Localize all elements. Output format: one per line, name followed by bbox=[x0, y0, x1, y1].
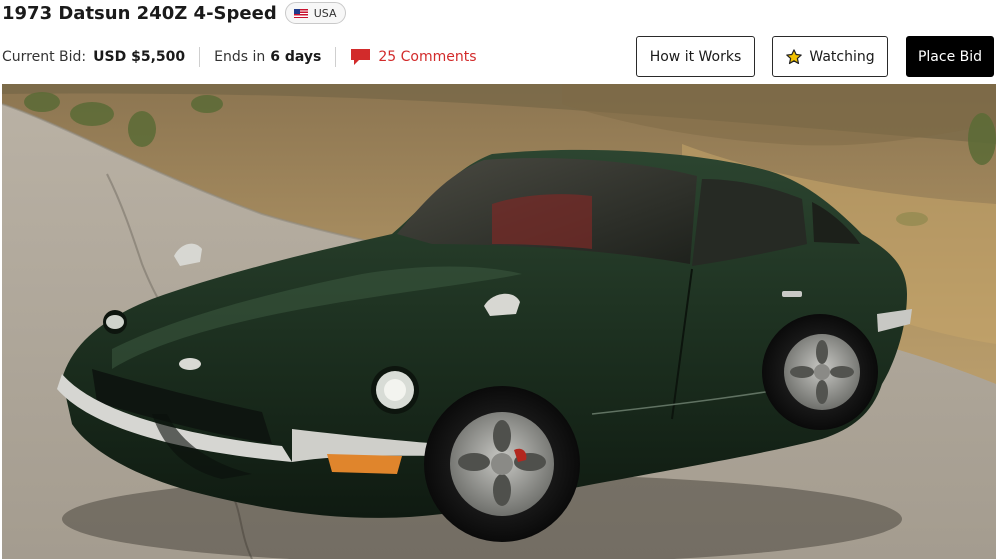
comment-icon bbox=[351, 49, 371, 65]
current-bid-value: USD $5,500 bbox=[93, 49, 186, 65]
comments-link[interactable]: 25 Comments bbox=[350, 48, 477, 66]
how-it-works-button[interactable]: How it Works bbox=[636, 36, 755, 77]
country-badge: USA bbox=[284, 2, 347, 24]
ends-value: 6 days bbox=[270, 49, 322, 65]
watching-button[interactable]: Watching bbox=[772, 36, 888, 77]
ends-label: Ends in bbox=[214, 49, 266, 65]
auction-meta: Current Bid: USD $5,500 Ends in 6 days 2… bbox=[2, 46, 477, 68]
divider bbox=[335, 47, 337, 67]
star-icon bbox=[786, 48, 803, 64]
listing-header: 1973 Datsun 240Z 4-Speed USA bbox=[2, 0, 347, 26]
listing-title: 1973 Datsun 240Z 4-Speed bbox=[2, 2, 277, 24]
watching-label: Watching bbox=[809, 48, 875, 65]
car-photo[interactable] bbox=[2, 84, 996, 559]
country-label: USA bbox=[313, 6, 337, 20]
current-bid-label: Current Bid: bbox=[2, 49, 87, 65]
place-bid-label: Place Bid bbox=[917, 48, 983, 65]
how-it-works-label: How it Works bbox=[649, 48, 742, 65]
divider bbox=[199, 47, 201, 67]
car-photo-illustration bbox=[2, 84, 996, 559]
time-remaining: Ends in 6 days bbox=[214, 49, 321, 65]
comments-label: 25 Comments bbox=[378, 49, 477, 65]
us-flag-icon bbox=[293, 8, 308, 18]
current-bid: Current Bid: USD $5,500 bbox=[2, 49, 185, 65]
place-bid-button[interactable]: Place Bid bbox=[906, 36, 994, 77]
